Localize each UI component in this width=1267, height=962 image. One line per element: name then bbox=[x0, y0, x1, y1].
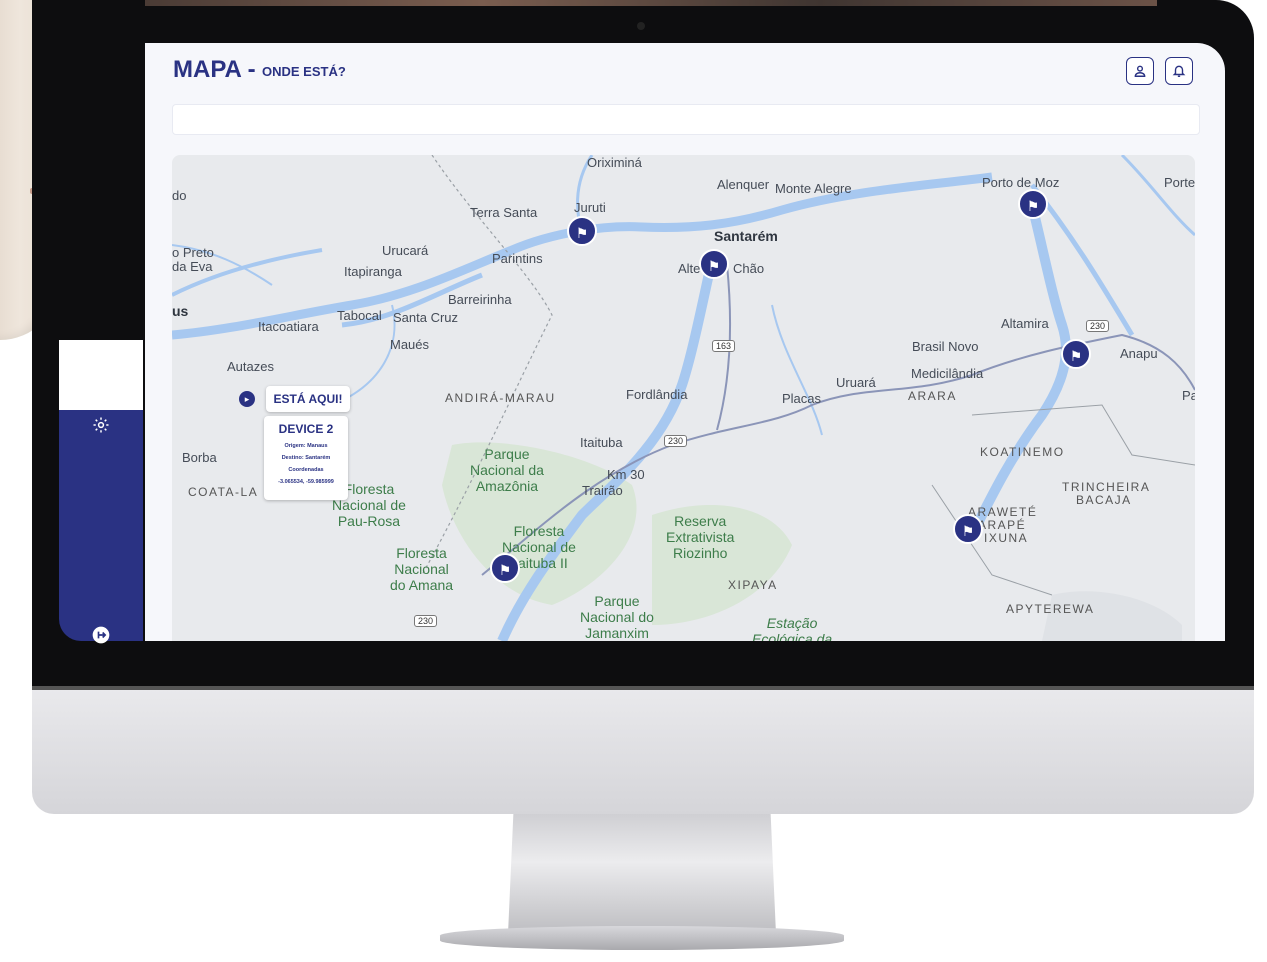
map-label: Alenquer bbox=[717, 177, 770, 192]
map-label: Autazes bbox=[227, 359, 274, 374]
monitor-chin bbox=[32, 690, 1254, 814]
device-marker[interactable]: ⚑ bbox=[699, 249, 729, 279]
device-marker[interactable]: ⚑ bbox=[1061, 339, 1091, 369]
gear-icon[interactable] bbox=[86, 410, 116, 440]
device-coords: -3.065534, -59.985999 bbox=[278, 479, 334, 485]
map-region-label: XIPAYA bbox=[728, 578, 778, 592]
map-park-label: Reserva Extrativista Riozinho bbox=[666, 513, 735, 561]
map-region-label: ARAPÉ bbox=[978, 518, 1027, 532]
map-label: Santarém bbox=[714, 228, 778, 244]
map-label: Santa Cruz bbox=[393, 310, 459, 325]
page-title: MAPA - bbox=[173, 56, 256, 83]
road-shield: 230 bbox=[664, 435, 688, 447]
device-destination: Destino: Santarém bbox=[281, 455, 331, 461]
map-park-label: Estação Ecológica da bbox=[752, 615, 833, 641]
map-label: Itaituba bbox=[580, 435, 623, 450]
map-label: Uruará bbox=[836, 375, 876, 390]
map-label: Porto de Moz bbox=[982, 175, 1060, 190]
monitor-foot bbox=[440, 926, 844, 950]
map-label: Altamira bbox=[1001, 316, 1049, 331]
device-marker[interactable]: ⚑ bbox=[1018, 189, 1048, 219]
device-marker[interactable]: ⚑ bbox=[490, 553, 520, 583]
device-marker[interactable]: ⚑ bbox=[567, 216, 597, 246]
map-region-label: COATA-LA bbox=[188, 485, 259, 499]
location-icon[interactable]: ▸ bbox=[239, 391, 255, 407]
map-region-label: BACAJA bbox=[1076, 493, 1132, 507]
device-name: DEVICE 2 bbox=[278, 422, 334, 436]
map-region-label: ARAWETÉ bbox=[968, 505, 1038, 519]
device-info-card: DEVICE 2 Origem: Manaus Destino: Santaré… bbox=[264, 416, 348, 500]
monitor-stand bbox=[508, 814, 776, 934]
road-shield: 230 bbox=[414, 615, 438, 627]
map-label: Anapu bbox=[1120, 346, 1158, 361]
here-label: ESTÁ AQUI! bbox=[266, 386, 350, 412]
user-icon[interactable] bbox=[1126, 57, 1154, 85]
map-label: Itacoatiara bbox=[258, 319, 319, 334]
logout-icon[interactable] bbox=[86, 621, 116, 651]
map-region-label: ANDIRÁ-MARAU bbox=[445, 391, 556, 405]
map-label: Pa bbox=[1182, 388, 1195, 403]
bell-icon[interactable] bbox=[1165, 57, 1193, 85]
map-label: Oriximiná bbox=[587, 155, 642, 170]
map-label: Km 30 bbox=[607, 467, 645, 482]
map-region-label: TRINCHEIRA bbox=[1062, 480, 1151, 494]
camera-dot bbox=[637, 22, 645, 30]
map-label: Monte Alegre bbox=[775, 181, 852, 196]
map-region-label: ARARA bbox=[908, 389, 957, 403]
map-label: Itapiranga bbox=[344, 264, 402, 279]
background-photo-strip bbox=[145, 0, 1157, 6]
map-region-label: KOATINEMO bbox=[980, 445, 1065, 459]
map-label: Parintins bbox=[492, 251, 543, 266]
map-label: Brasil Novo bbox=[912, 339, 979, 354]
map-label: Terra Santa bbox=[470, 205, 538, 220]
device-origin: Origem: Manaus bbox=[284, 443, 328, 449]
map-label: Medicilândia bbox=[911, 366, 984, 381]
device-coords-label: Coordenadas bbox=[288, 467, 324, 473]
map-label: Urucará bbox=[382, 243, 429, 258]
road-shield: 163 bbox=[712, 340, 736, 352]
map-label: o Preto bbox=[172, 245, 214, 260]
map-label: Juruti bbox=[574, 200, 606, 215]
map-label: do bbox=[172, 188, 187, 203]
device-marker[interactable]: ⚑ bbox=[953, 514, 983, 544]
map-label: Porte bbox=[1164, 175, 1195, 190]
map-park-label: Parque Nacional do Jamanxim bbox=[580, 593, 654, 641]
search-input[interactable] bbox=[172, 104, 1200, 135]
map-label: us bbox=[172, 303, 189, 319]
map-region-label: IXUNA bbox=[984, 531, 1029, 545]
map-label: da Eva bbox=[172, 259, 213, 274]
page-subtitle: ONDE ESTÁ? bbox=[262, 64, 346, 79]
sidebar bbox=[59, 410, 143, 644]
map-label: Barreirinha bbox=[448, 292, 512, 307]
road-shield: 230 bbox=[1086, 320, 1110, 332]
map-park-label: Floresta Nacional do Amana bbox=[390, 545, 454, 593]
map-label: Alte bbox=[678, 261, 701, 276]
map-region-label: APYTEREWA bbox=[1006, 602, 1095, 616]
map-label: Placas bbox=[782, 391, 822, 406]
sidebar-gap bbox=[59, 340, 143, 410]
map-label: Tabocal bbox=[337, 308, 382, 323]
map-label: Chão bbox=[733, 261, 765, 276]
map-label: Maués bbox=[390, 337, 430, 352]
map-label: Fordlândia bbox=[626, 387, 688, 402]
map-label: Borba bbox=[182, 450, 217, 465]
map-park-label: Parque Nacional da Amazônia bbox=[470, 446, 544, 494]
map-label: Trairão bbox=[582, 483, 623, 498]
